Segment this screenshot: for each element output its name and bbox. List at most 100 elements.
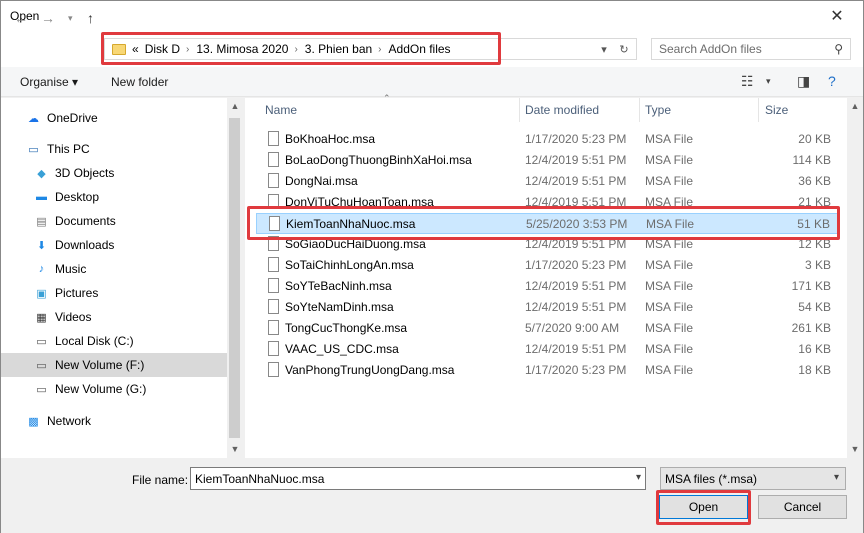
desktop-icon: ▬: [36, 191, 47, 203]
sidebar-item-desktop[interactable]: ▬ Desktop: [1, 185, 227, 209]
file-row[interactable]: SoYteNamDinh.msa 12/4/2019 5:51 PM MSA Fil…: [256, 297, 838, 318]
file-type: MSA File: [645, 132, 694, 146]
file-icon: [268, 362, 279, 377]
view-options-icon[interactable]: ☷: [741, 73, 754, 90]
back-arrow-icon[interactable]: ←: [14, 10, 28, 26]
file-type: MSA File: [645, 279, 694, 293]
file-name-input[interactable]: KiemToanNhaNuoc.msa ▾: [190, 467, 646, 490]
selected-file-highlight-box: [247, 206, 840, 240]
sidebar-item-local-disk-c[interactable]: ▭ Local Disk (C:): [1, 329, 227, 353]
file-name: SoYteNamDinh.msa: [285, 300, 394, 314]
new-folder-button[interactable]: New folder: [111, 75, 168, 89]
drive-icon: ▭: [36, 335, 47, 348]
file-date-modified: 1/17/2020 5:23 PM: [525, 258, 627, 272]
scroll-down-arrow-icon[interactable]: ▼: [227, 441, 243, 457]
computer-icon: ▭: [28, 143, 39, 156]
chevron-down-icon[interactable]: ▾: [594, 43, 614, 56]
file-row[interactable]: SoYTeBacNinh.msa 12/4/2019 5:51 PM MSA Fil…: [256, 276, 838, 297]
chevron-down-icon[interactable]: ▾: [636, 472, 641, 483]
cancel-button[interactable]: Cancel: [758, 495, 847, 519]
file-type-select[interactable]: MSA files (*.msa) ▾: [660, 467, 846, 490]
file-date-modified: 12/4/2019 5:51 PM: [525, 342, 627, 356]
column-divider[interactable]: [639, 98, 640, 122]
help-icon[interactable]: ?: [828, 73, 836, 89]
scroll-down-arrow-icon[interactable]: ▼: [847, 441, 863, 457]
chevron-down-icon[interactable]: ▾: [766, 76, 771, 87]
sidebar-item-this-pc[interactable]: ▭ This PC: [1, 137, 227, 161]
file-type: MSA File: [645, 363, 694, 377]
file-name: VanPhongTrungUongDang.msa: [285, 363, 455, 377]
file-type-value: MSA files (*.msa): [665, 471, 758, 486]
file-size: 20 KB: [798, 132, 831, 146]
file-row[interactable]: DongNai.msa 12/4/2019 5:51 PM MSA File 36 K…: [256, 171, 838, 192]
file-row[interactable]: VanPhongTrungUongDang.msa 1/17/2020 5:23 …: [256, 360, 838, 381]
sidebar-item-pictures[interactable]: ▣ Pictures: [1, 281, 227, 305]
file-size: 54 KB: [798, 300, 831, 314]
file-name: SoTaiChinhLongAn.msa: [285, 258, 414, 272]
column-header-type[interactable]: Type: [645, 97, 671, 123]
preview-pane-icon[interactable]: ◨: [797, 73, 810, 90]
file-row[interactable]: TongCucThongKe.msa 5/7/2020 9:00 AM MSA Fi…: [256, 318, 838, 339]
navigation-pane: ☁ OneDrive ▭ This PC ◆ 3D Objects ▬ Desk…: [1, 98, 242, 458]
file-name-value: KiemToanNhaNuoc.msa: [195, 471, 325, 486]
music-icon: ♪: [38, 263, 45, 275]
open-dialog: Open ✕ ← → ▾ ↑ « Disk D › 13. Mimosa 202…: [0, 0, 864, 533]
file-icon: [268, 320, 279, 335]
sidebar-item-documents[interactable]: ▤ Documents: [1, 209, 227, 233]
forward-arrow-icon[interactable]: →: [41, 10, 55, 26]
sidebar-item-music[interactable]: ♪ Music: [1, 257, 227, 281]
file-icon: [268, 299, 279, 314]
drive-icon: ▭: [36, 359, 47, 372]
sidebar-item-downloads[interactable]: ⬇ Downloads: [1, 233, 227, 257]
sidebar-item-new-volume-f[interactable]: ▭ New Volume (F:): [1, 353, 227, 377]
file-date-modified: 12/4/2019 5:51 PM: [525, 153, 627, 167]
recent-chevron-down-icon[interactable]: ▾: [68, 13, 73, 24]
file-type: MSA File: [645, 153, 694, 167]
file-row[interactable]: BoKhoaHoc.msa 1/17/2020 5:23 PM MSA File 20…: [256, 129, 838, 150]
sidebar-item-network[interactable]: ▩ Network: [1, 409, 227, 433]
refresh-icon[interactable]: ↻: [614, 43, 634, 56]
address-highlight-box: [101, 32, 501, 65]
file-name: SoYTeBacNinh.msa: [285, 279, 392, 293]
search-input[interactable]: Search AddOn files ⚲: [651, 38, 851, 60]
file-icon: [268, 131, 279, 146]
file-icon: [268, 152, 279, 167]
file-type: MSA File: [645, 321, 694, 335]
title-bar: Open ✕: [1, 1, 863, 31]
file-row[interactable]: SoTaiChinhLongAn.msa 1/17/2020 5:23 PM MSA…: [256, 255, 838, 276]
up-arrow-icon[interactable]: ↑: [87, 10, 94, 26]
file-row[interactable]: VAAC_US_CDC.msa 12/4/2019 5:51 PM MSA File…: [256, 339, 838, 360]
chevron-down-icon[interactable]: ▾: [834, 472, 839, 483]
file-icon: [268, 173, 279, 188]
drive-icon: ▭: [36, 383, 47, 396]
scroll-up-arrow-icon[interactable]: ▲: [227, 98, 243, 114]
column-header-size[interactable]: Size: [765, 97, 788, 123]
sidebar-item-videos[interactable]: ▦ Videos: [1, 305, 227, 329]
search-placeholder: Search AddOn files: [659, 42, 762, 56]
file-row[interactable]: BoLaoDongThuongBinhXaHoi.msa 12/4/2019 5:…: [256, 150, 838, 171]
file-name: DongNai.msa: [285, 174, 358, 188]
file-icon: [268, 341, 279, 356]
column-divider[interactable]: [519, 98, 520, 122]
file-type: MSA File: [645, 174, 694, 188]
column-header-date[interactable]: Date modified: [525, 97, 599, 123]
toolbar: Organise ▾ New folder ☷ ▾ ◨ ?: [1, 67, 863, 97]
sidebar-item-onedrive[interactable]: ☁ OneDrive: [1, 106, 227, 130]
sidebar-item-3d-objects[interactable]: ◆ 3D Objects: [1, 161, 227, 185]
sidebar-scroll-thumb[interactable]: [229, 118, 240, 438]
file-name: BoKhoaHoc.msa: [285, 132, 376, 146]
column-divider[interactable]: [758, 98, 759, 122]
file-date-modified: 1/17/2020 5:23 PM: [525, 132, 627, 146]
file-icon: [268, 257, 279, 272]
organise-button[interactable]: Organise ▾: [20, 75, 78, 89]
scroll-up-arrow-icon[interactable]: ▲: [847, 98, 863, 114]
file-size: 18 KB: [798, 363, 831, 377]
file-type: MSA File: [645, 300, 694, 314]
file-list-scrollbar[interactable]: [847, 98, 863, 458]
close-icon[interactable]: ✕: [815, 2, 859, 30]
file-name: TongCucThongKe.msa: [285, 321, 408, 335]
column-header-name[interactable]: Name: [265, 97, 297, 123]
file-size: 171 KB: [791, 279, 831, 293]
download-icon: ⬇: [36, 239, 47, 252]
sidebar-item-new-volume-g[interactable]: ▭ New Volume (G:): [1, 377, 227, 401]
